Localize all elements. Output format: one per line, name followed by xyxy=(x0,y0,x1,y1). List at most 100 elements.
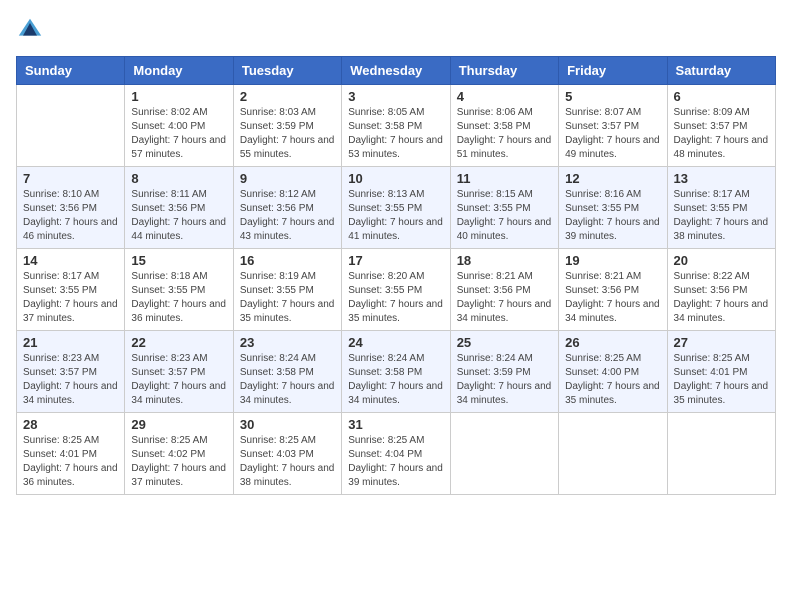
calendar-cell: 2 Sunrise: 8:03 AMSunset: 3:59 PMDaylight… xyxy=(233,85,341,167)
day-number: 24 xyxy=(348,335,443,350)
day-number: 11 xyxy=(457,171,552,186)
day-info: Sunrise: 8:13 AMSunset: 3:55 PMDaylight:… xyxy=(348,188,443,244)
day-number: 2 xyxy=(240,89,335,104)
calendar-cell: 19 Sunrise: 8:21 AMSunset: 3:56 PMDayligh… xyxy=(559,249,667,331)
day-number: 16 xyxy=(240,253,335,268)
day-info: Sunrise: 8:25 AMSunset: 4:01 PMDaylight:… xyxy=(674,352,769,408)
day-info: Sunrise: 8:23 AMSunset: 3:57 PMDaylight:… xyxy=(23,352,118,408)
calendar-cell: 23Sunrise: 8:24 AMSunset: 3:58 PMDayligh… xyxy=(233,331,341,413)
calendar-cell: 3Sunrise: 8:05 AMSunset: 3:58 PMDaylight… xyxy=(342,85,450,167)
calendar-cell: 8 Sunrise: 8:11 AMSunset: 3:56 PMDaylight… xyxy=(125,167,233,249)
day-info: Sunrise: 8:17 AMSunset: 3:55 PMDaylight:… xyxy=(674,188,769,244)
day-number: 7 xyxy=(23,171,118,186)
day-info: Sunrise: 8:24 AMSunset: 3:58 PMDaylight:… xyxy=(240,352,335,408)
day-info: Sunrise: 8:06 AMSunset: 3:58 PMDaylight:… xyxy=(457,106,552,162)
calendar-header-row: SundayMondayTuesdayWednesdayThursdayFrid… xyxy=(17,57,776,85)
calendar-cell: 10 Sunrise: 8:13 AMSunset: 3:55 PMDayligh… xyxy=(342,167,450,249)
day-header-friday: Friday xyxy=(559,57,667,85)
day-info: Sunrise: 8:25 AMSunset: 4:03 PMDaylight:… xyxy=(240,434,335,490)
calendar-cell xyxy=(667,413,775,495)
calendar-week-row: 14Sunrise: 8:17 AMSunset: 3:55 PMDayligh… xyxy=(17,249,776,331)
day-number: 21 xyxy=(23,335,118,350)
day-info: Sunrise: 8:23 AMSunset: 3:57 PMDaylight:… xyxy=(131,352,226,408)
calendar-cell: 6 Sunrise: 8:09 AMSunset: 3:57 PMDaylight… xyxy=(667,85,775,167)
day-info: Sunrise: 8:02 AMSunset: 4:00 PMDaylight:… xyxy=(131,106,226,162)
calendar-cell: 18 Sunrise: 8:21 AMSunset: 3:56 PMDayligh… xyxy=(450,249,558,331)
day-number: 8 xyxy=(131,171,226,186)
day-info: Sunrise: 8:21 AMSunset: 3:56 PMDaylight:… xyxy=(457,270,552,326)
calendar-cell: 13 Sunrise: 8:17 AMSunset: 3:55 PMDayligh… xyxy=(667,167,775,249)
day-number: 22 xyxy=(131,335,226,350)
calendar-cell xyxy=(559,413,667,495)
day-info: Sunrise: 8:09 AMSunset: 3:57 PMDaylight:… xyxy=(674,106,769,162)
day-info: Sunrise: 8:21 AMSunset: 3:56 PMDaylight:… xyxy=(565,270,660,326)
day-number: 1 xyxy=(131,89,226,104)
day-number: 12 xyxy=(565,171,660,186)
day-number: 6 xyxy=(674,89,769,104)
day-header-sunday: Sunday xyxy=(17,57,125,85)
day-number: 5 xyxy=(565,89,660,104)
calendar-week-row: 1 Sunrise: 8:02 AMSunset: 4:00 PMDaylight… xyxy=(17,85,776,167)
calendar-week-row: 21 Sunrise: 8:23 AMSunset: 3:57 PMDayligh… xyxy=(17,331,776,413)
day-info: Sunrise: 8:24 AMSunset: 3:59 PMDaylight:… xyxy=(457,352,552,408)
calendar-cell: 20Sunrise: 8:22 AMSunset: 3:56 PMDayligh… xyxy=(667,249,775,331)
day-info: Sunrise: 8:07 AMSunset: 3:57 PMDaylight:… xyxy=(565,106,660,162)
day-number: 19 xyxy=(565,253,660,268)
day-header-tuesday: Tuesday xyxy=(233,57,341,85)
calendar-cell: 15 Sunrise: 8:18 AMSunset: 3:55 PMDayligh… xyxy=(125,249,233,331)
calendar-cell: 24 Sunrise: 8:24 AMSunset: 3:58 PMDayligh… xyxy=(342,331,450,413)
day-info: Sunrise: 8:03 AMSunset: 3:59 PMDaylight:… xyxy=(240,106,335,162)
day-header-thursday: Thursday xyxy=(450,57,558,85)
calendar-cell xyxy=(17,85,125,167)
day-number: 26 xyxy=(565,335,660,350)
day-info: Sunrise: 8:16 AMSunset: 3:55 PMDaylight:… xyxy=(565,188,660,244)
calendar-cell: 17Sunrise: 8:20 AMSunset: 3:55 PMDayligh… xyxy=(342,249,450,331)
calendar-cell: 27 Sunrise: 8:25 AMSunset: 4:01 PMDayligh… xyxy=(667,331,775,413)
logo xyxy=(16,16,48,44)
day-info: Sunrise: 8:12 AMSunset: 3:56 PMDaylight:… xyxy=(240,188,335,244)
calendar-cell: 1 Sunrise: 8:02 AMSunset: 4:00 PMDaylight… xyxy=(125,85,233,167)
day-number: 25 xyxy=(457,335,552,350)
day-info: Sunrise: 8:19 AMSunset: 3:55 PMDaylight:… xyxy=(240,270,335,326)
day-number: 28 xyxy=(23,417,118,432)
day-number: 10 xyxy=(348,171,443,186)
calendar-cell: 25 Sunrise: 8:24 AMSunset: 3:59 PMDayligh… xyxy=(450,331,558,413)
day-info: Sunrise: 8:25 AMSunset: 4:01 PMDaylight:… xyxy=(23,434,118,490)
calendar-cell: 12 Sunrise: 8:16 AMSunset: 3:55 PMDayligh… xyxy=(559,167,667,249)
calendar-cell: 16 Sunrise: 8:19 AMSunset: 3:55 PMDayligh… xyxy=(233,249,341,331)
day-info: Sunrise: 8:22 AMSunset: 3:56 PMDaylight:… xyxy=(674,270,769,326)
day-header-saturday: Saturday xyxy=(667,57,775,85)
page-header xyxy=(16,16,776,44)
day-number: 18 xyxy=(457,253,552,268)
day-number: 15 xyxy=(131,253,226,268)
day-number: 4 xyxy=(457,89,552,104)
day-info: Sunrise: 8:11 AMSunset: 3:56 PMDaylight:… xyxy=(131,188,226,244)
calendar-cell: 4 Sunrise: 8:06 AMSunset: 3:58 PMDaylight… xyxy=(450,85,558,167)
day-info: Sunrise: 8:25 AMSunset: 4:00 PMDaylight:… xyxy=(565,352,660,408)
day-number: 27 xyxy=(674,335,769,350)
calendar-cell: 14Sunrise: 8:17 AMSunset: 3:55 PMDayligh… xyxy=(17,249,125,331)
calendar-cell: 5 Sunrise: 8:07 AMSunset: 3:57 PMDaylight… xyxy=(559,85,667,167)
day-number: 31 xyxy=(348,417,443,432)
day-number: 30 xyxy=(240,417,335,432)
calendar-cell: 21 Sunrise: 8:23 AMSunset: 3:57 PMDayligh… xyxy=(17,331,125,413)
calendar-table: SundayMondayTuesdayWednesdayThursdayFrid… xyxy=(16,56,776,495)
calendar-cell: 31Sunrise: 8:25 AMSunset: 4:04 PMDayligh… xyxy=(342,413,450,495)
calendar-week-row: 7Sunrise: 8:10 AMSunset: 3:56 PMDaylight… xyxy=(17,167,776,249)
day-info: Sunrise: 8:17 AMSunset: 3:55 PMDaylight:… xyxy=(23,270,118,326)
day-number: 9 xyxy=(240,171,335,186)
calendar-week-row: 28 Sunrise: 8:25 AMSunset: 4:01 PMDayligh… xyxy=(17,413,776,495)
day-number: 17 xyxy=(348,253,443,268)
logo-icon xyxy=(16,16,44,44)
calendar-cell: 7Sunrise: 8:10 AMSunset: 3:56 PMDaylight… xyxy=(17,167,125,249)
day-info: Sunrise: 8:24 AMSunset: 3:58 PMDaylight:… xyxy=(348,352,443,408)
calendar-cell: 11 Sunrise: 8:15 AMSunset: 3:55 PMDayligh… xyxy=(450,167,558,249)
calendar-cell: 9 Sunrise: 8:12 AMSunset: 3:56 PMDaylight… xyxy=(233,167,341,249)
day-info: Sunrise: 8:18 AMSunset: 3:55 PMDaylight:… xyxy=(131,270,226,326)
day-info: Sunrise: 8:25 AMSunset: 4:02 PMDaylight:… xyxy=(131,434,226,490)
calendar-cell: 26 Sunrise: 8:25 AMSunset: 4:00 PMDayligh… xyxy=(559,331,667,413)
day-header-monday: Monday xyxy=(125,57,233,85)
calendar-cell xyxy=(450,413,558,495)
day-info: Sunrise: 8:15 AMSunset: 3:55 PMDaylight:… xyxy=(457,188,552,244)
day-number: 13 xyxy=(674,171,769,186)
